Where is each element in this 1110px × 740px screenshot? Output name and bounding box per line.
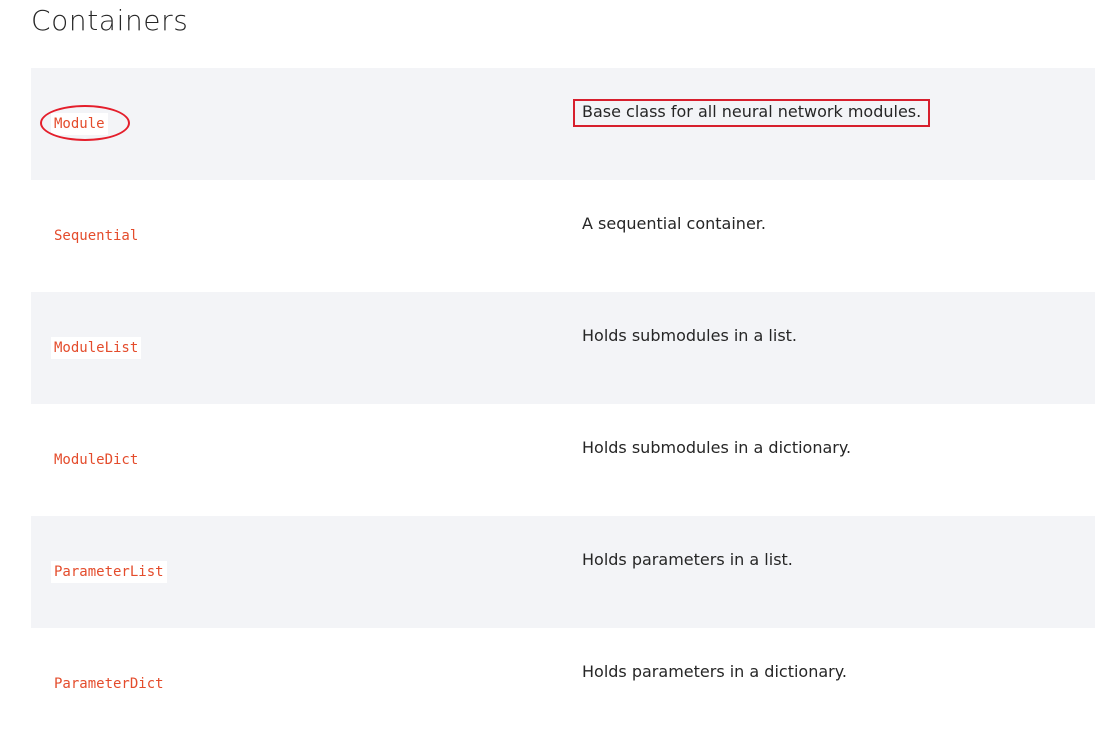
code-cell: Module	[51, 113, 108, 135]
modulelist-link[interactable]: ModuleList	[51, 337, 142, 359]
table-row: ParameterList Holds parameters in a list…	[31, 516, 1095, 628]
table-row: ModuleList Holds submodules in a list.	[31, 292, 1095, 404]
containers-table: Module Base class for all neural network…	[31, 68, 1095, 740]
table-row: Sequential A sequential container.	[31, 180, 1095, 292]
code-cell: ModuleDict	[51, 449, 142, 471]
page-title: Containers	[31, 4, 189, 37]
table-row: ParameterDict Holds parameters in a dict…	[31, 628, 1095, 740]
description: Holds submodules in a dictionary.	[582, 438, 852, 457]
description: Base class for all neural network module…	[582, 102, 922, 121]
parameterlist-link[interactable]: ParameterList	[51, 561, 167, 583]
description: Holds parameters in a dictionary.	[582, 662, 847, 681]
description: A sequential container.	[582, 214, 766, 233]
code-cell: Sequential	[51, 225, 142, 247]
code-cell: ModuleList	[51, 337, 142, 359]
moduledict-link[interactable]: ModuleDict	[51, 449, 142, 471]
module-link[interactable]: Module	[51, 113, 108, 135]
description: Holds submodules in a list.	[582, 326, 798, 345]
table-row: Module Base class for all neural network…	[31, 68, 1095, 180]
table-row: ModuleDict Holds submodules in a diction…	[31, 404, 1095, 516]
description: Holds parameters in a list.	[582, 550, 793, 569]
parameterdict-link[interactable]: ParameterDict	[51, 673, 167, 695]
code-cell: ParameterDict	[51, 673, 167, 695]
sequential-link[interactable]: Sequential	[51, 225, 142, 247]
code-cell: ParameterList	[51, 561, 167, 583]
